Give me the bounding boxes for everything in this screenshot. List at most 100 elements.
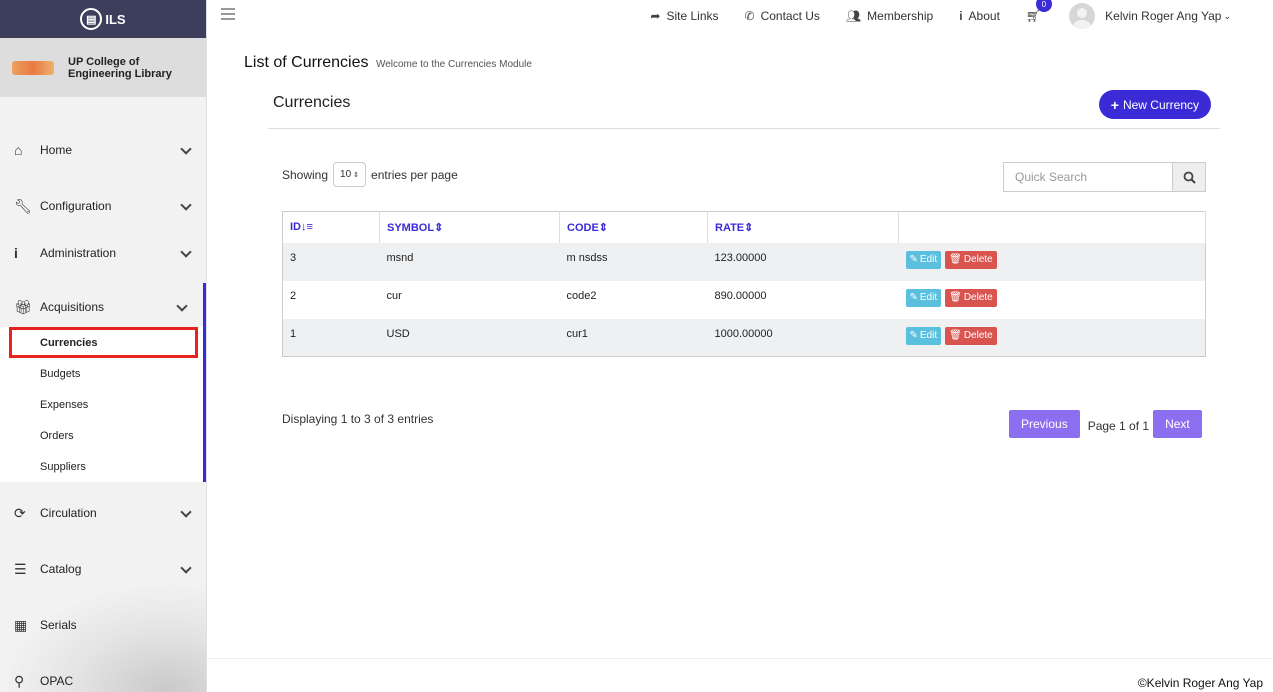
sort-arrows-icon: ⇕ — [353, 171, 360, 179]
gift-icon: 🎁︎ — [14, 298, 32, 315]
cell-actions: ✎ Edit 🗑︎ Delete — [898, 242, 1206, 281]
user-menu[interactable]: Kelvin Roger Ang Yap ⌄ — [1069, 3, 1231, 29]
org-logo — [12, 60, 54, 75]
org-header: UP College of Engineering Library — [0, 38, 206, 97]
edit-label: Edit — [919, 254, 938, 265]
brand-name: ILS — [105, 11, 126, 27]
delete-button[interactable]: 🗑︎ Delete — [945, 288, 997, 307]
sort-icon: ⇕ — [744, 221, 754, 234]
active-item-highlight — [9, 327, 198, 358]
contact-us-link[interactable]: ✆ Contact Us — [745, 9, 820, 23]
footer: ©Kelvin Roger Ang Yap — [207, 658, 1273, 692]
per-page-select[interactable]: 10 ⇕ — [333, 162, 367, 187]
top-links: ➦ Site Links ✆ Contact Us 👥︎ Membership … — [624, 0, 1231, 32]
search-button[interactable] — [1172, 162, 1206, 192]
cell-code: m nsdss — [559, 242, 708, 281]
hamburger-icon[interactable] — [221, 8, 235, 20]
edit-button[interactable]: ✎ Edit — [905, 250, 942, 269]
chevron-down-icon — [179, 246, 193, 260]
sidebar-item-label: Acquisitions — [40, 300, 105, 314]
info-icon: i — [14, 245, 18, 261]
sidebar-item-label: Configuration — [40, 199, 112, 213]
sidebar-item-label: Administration — [40, 246, 117, 260]
page-subtitle: Welcome to the Currencies Module — [375, 59, 532, 70]
membership-link[interactable]: 👥︎ Membership — [846, 9, 933, 23]
column-header-code[interactable]: CODE⇕ — [559, 211, 708, 243]
pagination: Previous Page 1 of 1 Next — [1009, 410, 1202, 438]
sort-icon: ⇕ — [598, 221, 608, 234]
column-label: ID — [290, 221, 301, 234]
column-header-id[interactable]: ID↓≡ — [282, 211, 380, 243]
column-header-rate[interactable]: RATE⇕ — [707, 211, 899, 243]
edit-button[interactable]: ✎ Edit — [905, 288, 942, 307]
delete-button[interactable]: 🗑︎ Delete — [945, 250, 997, 269]
sidebar-item-circulation[interactable]: ⟳ Circulation — [0, 482, 206, 544]
previous-button[interactable]: Previous — [1009, 410, 1080, 438]
column-label: SYMBOL — [387, 221, 435, 234]
chevron-down-icon — [179, 562, 193, 576]
edit-button[interactable]: ✎ Edit — [905, 326, 942, 345]
sidebar-item-opac[interactable]: ⚲ OPAC — [0, 656, 206, 692]
sidebar-subitem-budgets[interactable]: Budgets — [0, 358, 203, 389]
refresh-icon: ⟳ — [14, 504, 26, 521]
new-currency-label: New Currency — [1122, 97, 1199, 112]
trash-icon: 🗑︎ — [949, 254, 962, 265]
cell-id: 3 — [282, 242, 380, 281]
cart-button[interactable]: 🛒︎ 0 — [1026, 0, 1052, 23]
list-icon: ☰ — [14, 560, 27, 577]
pencil-icon: ✎ — [909, 254, 918, 265]
new-currency-button[interactable]: + New Currency — [1098, 90, 1211, 119]
chevron-down-icon — [179, 143, 193, 157]
top-bar: ➦ Site Links ✆ Contact Us 👥︎ Membership … — [207, 0, 1273, 32]
about-label: About — [968, 9, 1000, 23]
table-row: 3 msnd m nsdss 123.00000 ✎ Edit 🗑︎ Delete — [282, 242, 1206, 281]
sidebar-item-catalog[interactable]: ☰ Catalog — [0, 544, 206, 594]
sidebar-item-label: Catalog — [40, 562, 82, 576]
cell-rate: 1000.00000 — [707, 318, 899, 357]
phone-icon: ✆ — [744, 9, 755, 23]
sort-icon: ⇕ — [434, 221, 444, 234]
delete-label: Delete — [963, 292, 993, 303]
delete-label: Delete — [963, 330, 993, 341]
home-icon: ⌂ — [14, 142, 23, 158]
sidebar-item-label: Home — [40, 143, 73, 157]
edit-label: Edit — [919, 330, 938, 341]
trash-icon: 🗑︎ — [949, 292, 962, 303]
membership-label: Membership — [867, 9, 934, 23]
site-links-link[interactable]: ➦ Site Links — [650, 9, 718, 23]
sidebar-item-serials[interactable]: ▦ Serials — [0, 594, 206, 656]
sidebar-item-label: Circulation — [40, 506, 97, 520]
entries-per-page-control: Showing 10 ⇕ entries per page — [282, 162, 458, 187]
cell-id: 2 — [282, 280, 380, 319]
search-icon — [1183, 171, 1196, 184]
next-button[interactable]: Next — [1153, 410, 1202, 438]
contact-us-label: Contact Us — [760, 9, 820, 23]
delete-label: Delete — [963, 254, 993, 265]
sidebar-subitem-suppliers[interactable]: Suppliers — [0, 451, 203, 482]
cell-code: cur1 — [559, 318, 708, 357]
sidebar-item-configuration[interactable]: 🔧︎ Configuration — [0, 178, 206, 234]
brand-header[interactable]: ▤ ILS — [0, 0, 206, 38]
sort-desc-icon: ↓≡ — [301, 221, 313, 234]
edit-label: Edit — [919, 292, 938, 303]
displaying-entries: Displaying 1 to 3 of 3 entries — [282, 412, 434, 426]
sidebar-subitem-orders[interactable]: Orders — [0, 420, 203, 451]
sidebar-item-acquisitions[interactable]: 🎁︎ Acquisitions — [0, 283, 203, 327]
book-icon: ▤ — [80, 8, 103, 30]
cell-rate: 123.00000 — [707, 242, 899, 281]
about-link[interactable]: i About — [959, 9, 1000, 23]
per-page-suffix: entries per page — [371, 167, 458, 182]
cell-symbol: USD — [379, 318, 560, 357]
search-icon: ⚲ — [14, 672, 25, 689]
column-header-symbol[interactable]: SYMBOL⇕ — [379, 211, 560, 243]
info-icon: i — [959, 9, 963, 23]
sidebar-item-home[interactable]: ⌂ Home — [0, 122, 206, 178]
delete-button[interactable]: 🗑︎ Delete — [945, 326, 997, 345]
currencies-table: ID↓≡ SYMBOL⇕ CODE⇕ RATE⇕ 3 msnd m nsdss … — [282, 211, 1206, 357]
footer-copyright: ©Kelvin Roger Ang Yap — [1137, 676, 1263, 690]
sidebar-subitem-expenses[interactable]: Expenses — [0, 389, 203, 420]
sidebar-item-administration[interactable]: i Administration — [0, 234, 206, 272]
column-label: RATE — [715, 221, 745, 234]
search-input[interactable] — [1003, 162, 1172, 192]
cell-rate: 890.00000 — [707, 280, 899, 319]
